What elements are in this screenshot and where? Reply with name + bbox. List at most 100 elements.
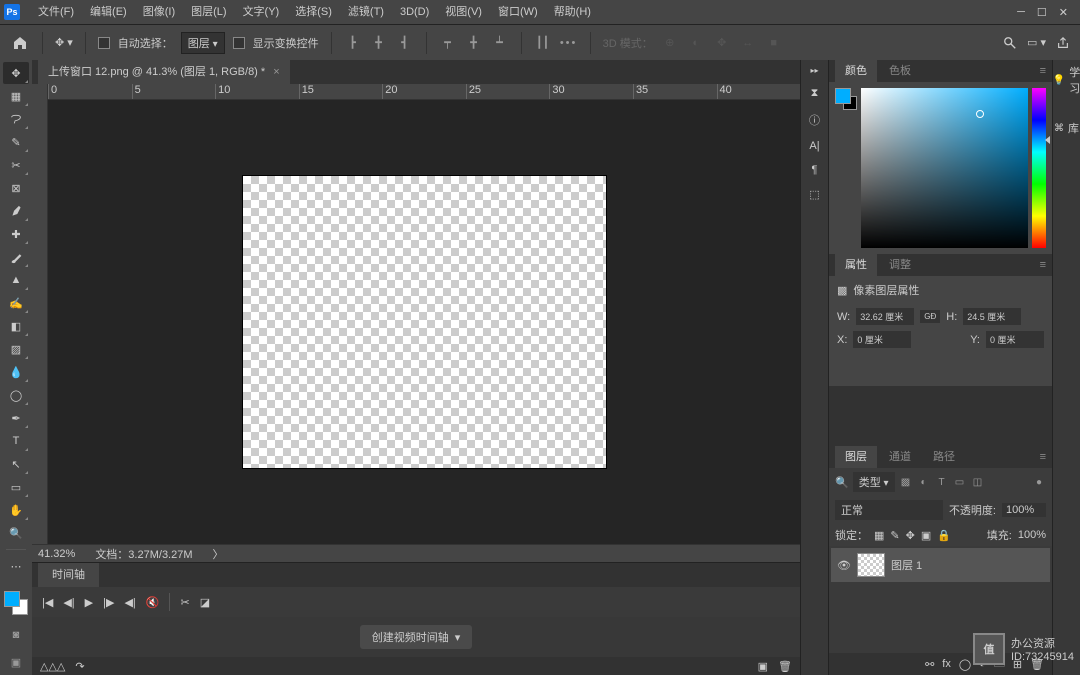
y-field[interactable]: 0 厘米 <box>986 331 1044 348</box>
eyedropper-tool[interactable] <box>3 200 29 222</box>
layer-name[interactable]: 图层 1 <box>891 557 922 573</box>
visibility-icon[interactable]: 👁 <box>837 559 851 572</box>
menu-view[interactable]: 视图(V) <box>437 0 490 24</box>
character-icon[interactable]: A| <box>809 140 819 152</box>
learn-button[interactable]: 💡学习 <box>1053 64 1080 96</box>
blend-mode[interactable]: 正常 <box>835 500 943 520</box>
dodge-tool[interactable]: ◯ <box>3 384 29 406</box>
menu-filter[interactable]: 滤镜(T) <box>340 0 392 24</box>
layer-thumbnail[interactable] <box>857 553 885 577</box>
menu-layer[interactable]: 图层(L) <box>183 0 234 24</box>
lock-pixels-icon[interactable]: ✎ <box>890 529 899 542</box>
menu-image[interactable]: 图像(I) <box>135 0 183 24</box>
hand-tool[interactable]: ✋ <box>3 499 29 521</box>
align-left-icon[interactable]: ┣ <box>344 34 362 52</box>
menu-3d[interactable]: 3D(D) <box>392 0 437 24</box>
eraser-tool[interactable]: ◧ <box>3 315 29 337</box>
lock-artboard-icon[interactable]: ▣ <box>921 529 931 542</box>
channels-tab[interactable]: 通道 <box>879 446 921 468</box>
play-icon[interactable]: ▶ <box>85 596 93 609</box>
timeline-convert-icon[interactable]: ↷ <box>75 660 84 673</box>
quick-select-tool[interactable]: ✎ <box>3 131 29 153</box>
filter-smart-icon[interactable]: ◫ <box>971 475 985 489</box>
maximize-icon[interactable]: ☐ <box>1037 6 1047 19</box>
width-field[interactable]: 32.62 厘米 <box>856 308 914 325</box>
color-tab[interactable]: 颜色 <box>835 60 877 82</box>
layer-filter-kind[interactable]: 类型 ▾ <box>853 472 895 492</box>
document-tab[interactable]: 上传窗口 12.png @ 41.3% (图层 1, RGB/8) * × <box>38 60 290 84</box>
filter-toggle-icon[interactable]: ● <box>1032 475 1046 489</box>
share-icon[interactable] <box>1056 36 1070 50</box>
prev-frame-icon[interactable]: ◀| <box>63 596 74 609</box>
pen-tool[interactable]: ✒ <box>3 407 29 429</box>
create-video-timeline-button[interactable]: 创建视频时间轴▾ <box>360 625 473 649</box>
paragraph-icon[interactable]: ¶ <box>812 164 818 176</box>
panel-menu-icon[interactable]: ≡ <box>1040 451 1046 463</box>
x-field[interactable]: 0 厘米 <box>853 331 911 348</box>
timeline-tab[interactable]: 时间轴 <box>38 563 99 587</box>
panel-menu-icon[interactable]: ≡ <box>1040 259 1046 271</box>
filter-adjust-icon[interactable]: ◐ <box>917 475 931 489</box>
opacity-field[interactable]: 100% <box>1002 503 1046 517</box>
lasso-tool[interactable] <box>3 108 29 130</box>
align-hcenter-icon[interactable]: ╋ <box>370 34 388 52</box>
3d-panel-icon[interactable]: ⬚ <box>809 188 819 201</box>
gradient-tool[interactable]: ▨ <box>3 338 29 360</box>
zoom-tool[interactable]: 🔍 <box>3 522 29 544</box>
transition-icon[interactable]: ◪ <box>200 596 210 609</box>
frame-tool[interactable]: ⊠ <box>3 177 29 199</box>
marquee-tool[interactable]: ▦ <box>3 85 29 107</box>
adjustment-icon[interactable]: ◐ <box>979 658 986 670</box>
healing-tool[interactable]: ✚ <box>3 223 29 245</box>
quickmask-icon[interactable]: ◙ <box>4 624 28 646</box>
color-swatches[interactable] <box>4 591 28 615</box>
audio-icon[interactable]: 🔇 <box>146 596 160 609</box>
mask-icon[interactable]: ◯ <box>959 658 971 671</box>
first-frame-icon[interactable]: |◀ <box>42 596 53 609</box>
paths-tab[interactable]: 路径 <box>923 446 965 468</box>
filter-type-icon[interactable]: T <box>935 475 949 489</box>
path-select-tool[interactable]: ↖ <box>3 453 29 475</box>
menu-window[interactable]: 窗口(W) <box>490 0 546 24</box>
filter-shape-icon[interactable]: ▭ <box>953 475 967 489</box>
blur-tool[interactable]: 💧 <box>3 361 29 383</box>
canvas[interactable] <box>242 175 607 469</box>
last-frame-icon[interactable]: ◀| <box>124 596 135 609</box>
lock-position-icon[interactable]: ✥ <box>906 529 915 542</box>
filter-kind-icon[interactable]: 🔍 <box>835 476 849 489</box>
expand-icon[interactable]: ▸▸ <box>810 66 818 75</box>
foreground-color[interactable] <box>4 591 20 607</box>
link-layers-icon[interactable]: ⚯ <box>925 658 934 671</box>
split-icon[interactable]: ✂ <box>180 596 189 609</box>
menu-select[interactable]: 选择(S) <box>287 0 340 24</box>
library-button[interactable]: ⌘库 <box>1054 120 1079 136</box>
history-brush-tool[interactable]: ✍ <box>3 292 29 314</box>
align-vcenter-icon[interactable]: ╋ <box>465 34 483 52</box>
align-right-icon[interactable]: ┫ <box>396 34 414 52</box>
color-field[interactable] <box>861 88 1028 248</box>
history-icon[interactable]: ⧗ <box>811 87 819 100</box>
hue-slider[interactable] <box>1032 88 1046 248</box>
fill-field[interactable]: 100% <box>1018 529 1046 541</box>
zoom-level[interactable]: 41.32% <box>38 548 75 560</box>
more-options-icon[interactable]: ••• <box>560 34 578 52</box>
stamp-tool[interactable]: ▲ <box>3 269 29 291</box>
move-tool-icon[interactable]: ✥ ▾ <box>55 36 73 49</box>
new-layer-icon[interactable]: ⊞ <box>1013 658 1022 671</box>
crop-tool[interactable]: ✂ <box>3 154 29 176</box>
fx-icon[interactable]: fx <box>942 658 951 670</box>
close-icon[interactable]: ✕ <box>1059 6 1068 19</box>
next-frame-icon[interactable]: |▶ <box>103 596 114 609</box>
edit-toolbar-icon[interactable]: ⋯ <box>3 555 29 577</box>
timeline-zoom-slider[interactable]: △△△ <box>40 660 65 673</box>
minimize-icon[interactable]: ─ <box>1017 6 1025 19</box>
delete-icon[interactable]: 🗑 <box>1030 658 1044 671</box>
color-mini-swatch[interactable] <box>835 88 857 110</box>
info-icon[interactable]: ⓘ <box>809 112 820 128</box>
menu-edit[interactable]: 编辑(E) <box>82 0 135 24</box>
lock-transparent-icon[interactable]: ▦ <box>874 529 884 542</box>
group-icon[interactable]: 🗀 <box>994 655 1005 674</box>
link-wh-icon[interactable]: GĐ <box>920 310 940 323</box>
auto-select-target[interactable]: 图层 ▾ <box>181 32 225 54</box>
home-icon[interactable] <box>10 33 30 53</box>
